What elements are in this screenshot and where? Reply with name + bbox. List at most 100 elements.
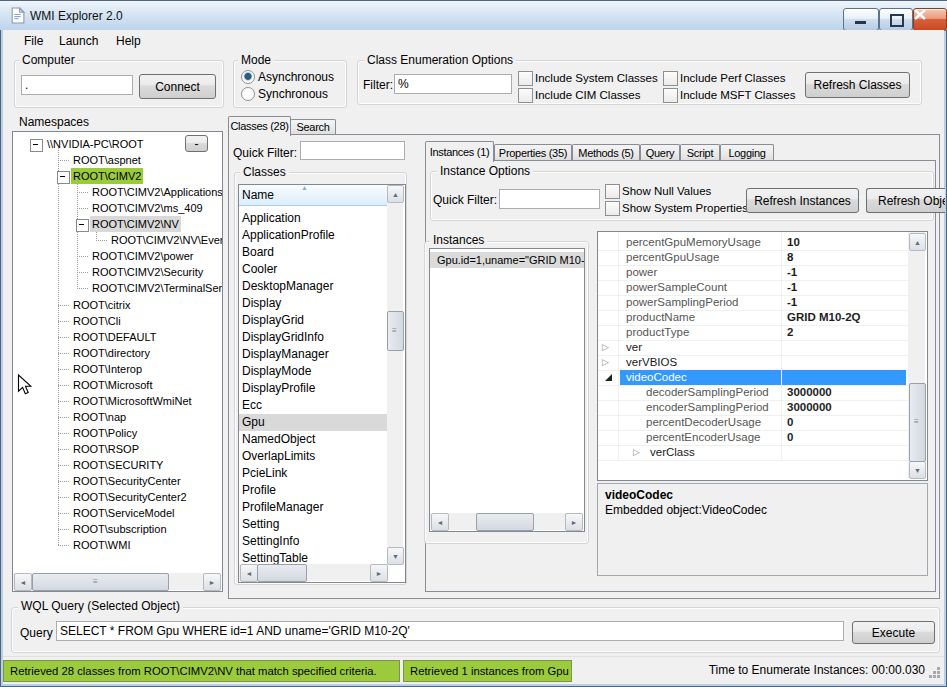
checkbox-include-cim-classes[interactable] <box>518 88 533 103</box>
menu-file[interactable]: File <box>24 34 43 49</box>
instance-item[interactable]: Gpu.id=1,uname="GRID M10-2Q" <box>430 252 585 268</box>
quick-filter-input[interactable] <box>300 141 405 160</box>
tree-item[interactable]: ROOT\CIMV2 <box>71 168 143 184</box>
class-item[interactable]: DisplayProfile <box>239 380 390 397</box>
tab-query[interactable]: Query <box>640 144 680 161</box>
tree-item[interactable]: ROOT\CIMV2\Security <box>90 264 205 280</box>
class-item[interactable]: DesktopManager <box>239 278 390 295</box>
tree-item[interactable]: ROOT\CIMV2\NV\Events <box>109 232 223 248</box>
expand-icon[interactable]: ▷ <box>602 356 609 369</box>
instances-hscrollbar[interactable]: ◄► <box>430 513 582 530</box>
class-item[interactable]: NamedObject <box>239 431 390 448</box>
tree-item[interactable]: ROOT\Interop <box>71 361 144 377</box>
filter-input[interactable]: % <box>394 74 512 94</box>
tree-expander[interactable] <box>57 171 70 184</box>
scroll-up-arrow[interactable]: ▲ <box>909 233 926 251</box>
tab-script[interactable]: Script <box>680 144 720 161</box>
refresh-instances-button[interactable]: Refresh Instances <box>746 188 859 213</box>
class-item[interactable]: OverlapLimits <box>239 448 390 465</box>
tree-collapse-button[interactable]: - <box>185 135 208 152</box>
tree-item[interactable]: ROOT\CIMV2\Applications <box>90 184 223 200</box>
tree-item[interactable]: ROOT\citrix <box>71 297 132 313</box>
property-row[interactable] <box>598 340 908 356</box>
tree-item[interactable]: ROOT\DEFAULT <box>71 329 159 345</box>
tree-item[interactable]: ROOT\CIMV2\NV <box>90 216 181 232</box>
scroll-left-arrow[interactable]: ◄ <box>431 513 449 531</box>
class-item[interactable]: ProfileManager <box>239 499 390 516</box>
scroll-down-arrow[interactable]: ▼ <box>909 461 926 479</box>
tree-expander[interactable] <box>30 139 43 152</box>
class-item[interactable]: PcieLink <box>239 465 390 482</box>
tree-item[interactable]: ROOT\subscription <box>71 521 169 537</box>
minimize-button[interactable] <box>843 8 879 31</box>
tree-item[interactable]: ROOT\ServiceModel <box>71 505 176 521</box>
computer-input[interactable]: . <box>21 75 133 95</box>
tree-item[interactable]: ROOT\Policy <box>71 425 139 441</box>
tree-item[interactable]: ROOT\CIMV2\TerminalServices <box>90 280 223 296</box>
scroll-down-arrow[interactable]: ▼ <box>387 547 404 565</box>
resize-grip[interactable] <box>929 667 941 679</box>
class-item[interactable]: Gpu <box>239 414 390 431</box>
tab-search[interactable]: Search <box>290 119 336 135</box>
class-item[interactable]: DisplayMode <box>239 363 390 380</box>
tree-item[interactable]: ROOT\CIMV2\power <box>90 248 195 264</box>
class-item[interactable]: Application <box>239 210 390 227</box>
show-system-properties-checkbox[interactable] <box>605 201 620 216</box>
classes-vscrollbar[interactable]: ▲ ▼ ≡ <box>387 185 403 564</box>
expand-icon[interactable]: ▷ <box>633 446 640 459</box>
class-item[interactable]: DisplayManager <box>239 346 390 363</box>
tree-item[interactable]: ROOT\WMI <box>71 537 132 553</box>
tree-item[interactable]: ROOT\SecurityCenter <box>71 473 183 489</box>
property-row[interactable] <box>598 445 908 461</box>
scroll-right-arrow[interactable]: ► <box>565 513 583 531</box>
tab-properties-35-[interactable]: Properties (35) <box>494 144 572 161</box>
maximize-button[interactable] <box>879 8 913 31</box>
tree-item[interactable]: ROOT\nap <box>71 409 128 425</box>
radio-asynchronous[interactable] <box>241 70 255 84</box>
tree-item[interactable]: ROOT\CIMV2\ms_409 <box>90 200 205 216</box>
scroll-right-arrow[interactable]: ► <box>370 564 388 582</box>
refresh-objects-button[interactable]: Refresh Objects <box>866 188 945 213</box>
refresh-classes-button[interactable]: Refresh Classes <box>805 72 910 98</box>
tree-item[interactable]: ROOT\Cli <box>71 313 123 329</box>
scroll-thumb[interactable] <box>476 513 534 531</box>
class-item[interactable]: Cooler <box>239 261 390 278</box>
tree-hscrollbar[interactable]: ◄►≡ <box>13 573 220 590</box>
tree-item[interactable]: ROOT\directory <box>71 345 152 361</box>
class-item[interactable]: DisplayGrid <box>239 312 390 329</box>
show-null-values-checkbox[interactable] <box>605 184 620 199</box>
connect-button[interactable]: Connect <box>139 74 216 99</box>
scroll-thumb[interactable]: ≡ <box>387 311 404 351</box>
radio-synchronous[interactable] <box>241 87 255 101</box>
menu-help[interactable]: Help <box>116 34 141 49</box>
checkbox-include-msft-classes[interactable] <box>663 88 678 103</box>
query-input[interactable]: SELECT * FROM Gpu WHERE id=1 AND uname='… <box>56 621 844 641</box>
class-item[interactable]: Ecc <box>239 397 390 414</box>
scroll-left-arrow[interactable]: ◄ <box>14 573 32 591</box>
class-item[interactable]: Display <box>239 295 390 312</box>
scroll-thumb[interactable]: ≡ <box>909 383 926 462</box>
scroll-left-arrow[interactable]: ◄ <box>240 564 258 582</box>
checkbox-include-system-classes[interactable] <box>518 71 533 86</box>
tree-item[interactable]: \\NVIDIA-PC\ROOT <box>45 136 146 152</box>
class-item[interactable]: DisplayGridInfo <box>239 329 390 346</box>
menu-launch[interactable]: Launch <box>59 34 98 49</box>
tree-item[interactable]: ROOT\MicrosoftWmiNet <box>71 393 194 409</box>
tree-item[interactable]: ROOT\SECURITY <box>71 457 165 473</box>
tree-expander[interactable] <box>76 219 89 232</box>
scroll-up-arrow[interactable]: ▲ <box>387 185 404 203</box>
collapse-icon[interactable] <box>605 374 612 381</box>
tree-item[interactable]: ROOT\Microsoft <box>71 377 154 393</box>
tab-methods-5-[interactable]: Methods (5) <box>572 144 640 161</box>
tree-item[interactable]: ROOT\SecurityCenter2 <box>71 489 189 505</box>
classes-list-header[interactable]: Name▲ <box>239 185 387 206</box>
tree-item[interactable]: ROOT\RSOP <box>71 441 141 457</box>
tab-classes[interactable]: Classes (28) <box>228 116 291 136</box>
close-button[interactable] <box>913 8 947 31</box>
grid-vscrollbar[interactable]: ▲ ▼≡ <box>908 232 925 478</box>
class-item[interactable]: Board <box>239 244 390 261</box>
class-item[interactable]: ApplicationProfile <box>239 227 390 244</box>
class-item[interactable]: Setting <box>239 516 390 533</box>
instance-quick-filter-input[interactable] <box>499 189 600 209</box>
tab-instances-1-[interactable]: Instances (1) <box>425 141 494 162</box>
